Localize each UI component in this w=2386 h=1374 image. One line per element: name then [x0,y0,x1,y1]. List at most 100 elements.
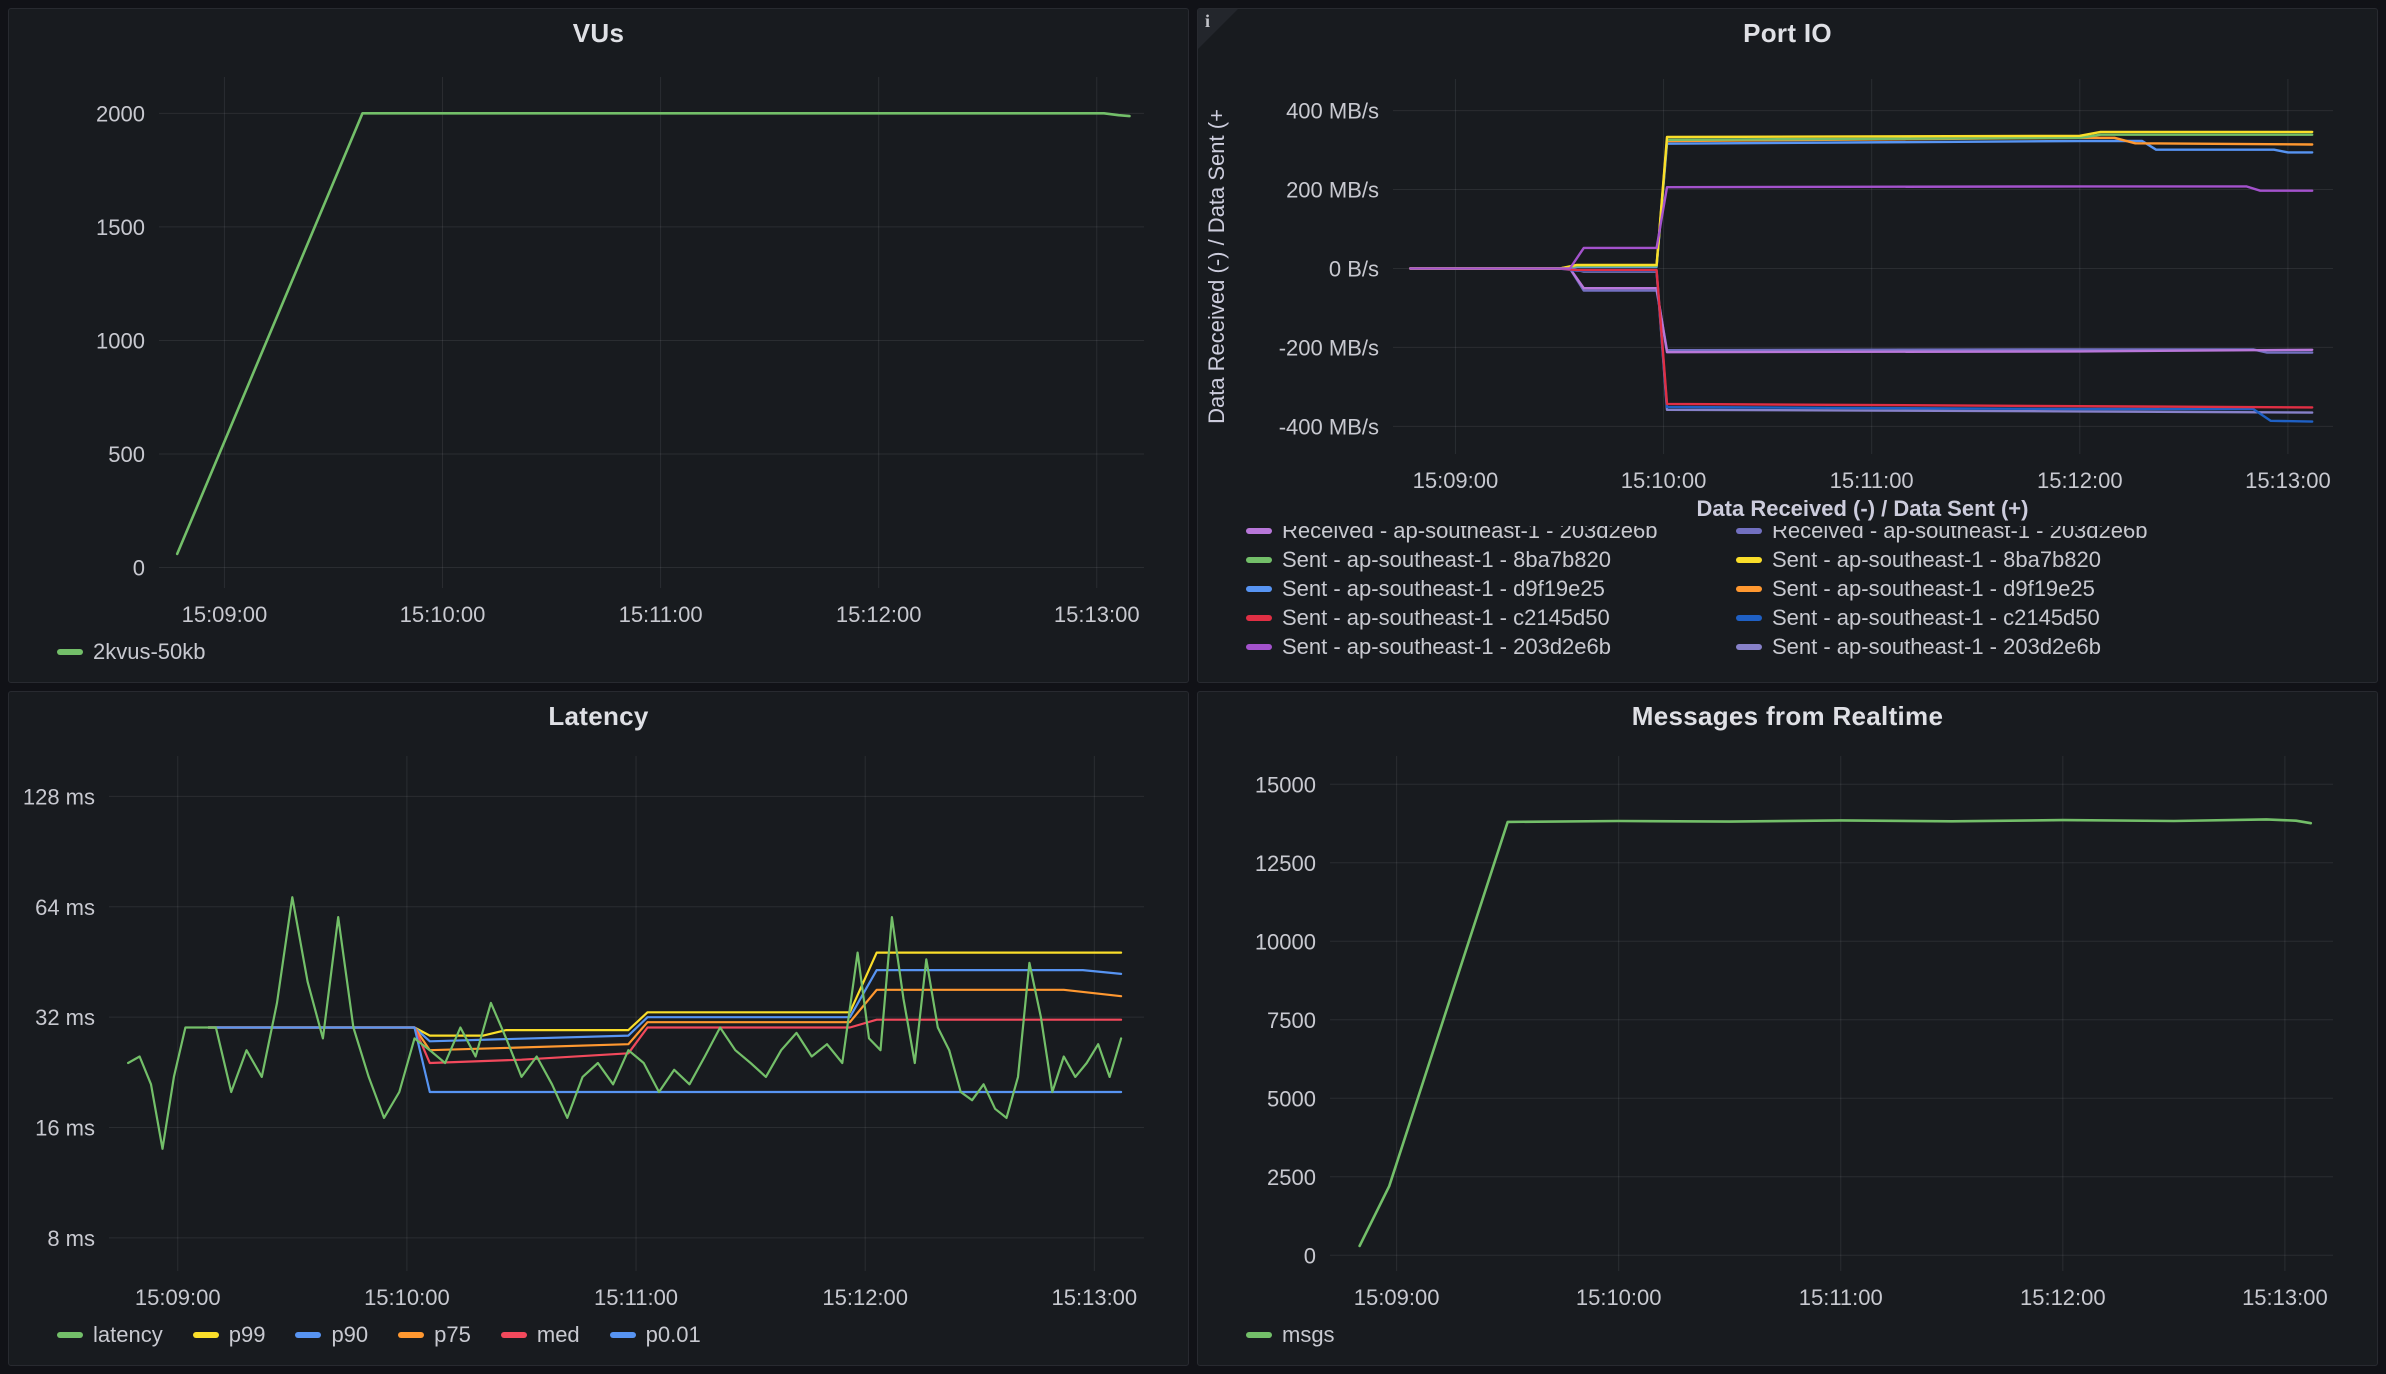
legend-swatch-icon [1246,615,1272,621]
y-tick-label: 7500 [1267,1008,1316,1033]
panel-header[interactable]: Messages from Realtime [1198,692,2377,740]
legend-item[interactable]: 2kvus-50kb [57,639,206,665]
y-tick-label: 200 MB/s [1286,178,1379,203]
y-tick-label: 15000 [1255,772,1316,797]
y-tick-label: 1000 [96,328,145,353]
legend-label: msgs [1282,1322,1335,1348]
x-tick-label: 15:12:00 [2020,1285,2106,1310]
panel-header[interactable]: VUs [9,9,1188,57]
y-tick-label: 500 [108,442,145,467]
vus-legend: 2kvus-50kb [9,634,1188,682]
legend-item[interactable]: latency [57,1322,163,1348]
y-tick-label: 0 [1304,1243,1316,1268]
y-tick-label: -400 MB/s [1279,414,1379,439]
vus-chart[interactable]: 15:09:0015:10:0015:11:0015:12:0015:13:00… [9,57,1188,634]
chart-area[interactable]: 15:09:0015:10:0015:11:0015:12:0015:13:00… [9,57,1188,634]
dashboard: VUs 15:09:0015:10:0015:11:0015:12:0015:1… [0,0,2386,1374]
series-sent-ap-southeast-1-8ba7b820 [1410,132,2312,269]
legend-item[interactable]: Sent - ap-southeast-1 - 8ba7b820 [1736,545,2377,574]
y-tick-label: 0 B/s [1329,256,1379,281]
panel-title[interactable]: Port IO [1743,18,1832,49]
panel-title[interactable]: Latency [548,701,648,732]
legend-item[interactable]: Sent - ap-southeast-1 - d9f19e25 [1246,574,1712,603]
legend-item[interactable]: Received - ap-southeast-1 - 203d2e6b [1246,526,1712,545]
legend-item[interactable]: p0.01 [610,1322,701,1348]
legend-label: p90 [331,1322,368,1348]
y-tick-label: 1500 [96,215,145,240]
legend-label: 2kvus-50kb [93,639,206,665]
series-sent-ap-southeast-1-8ba7b820 [1410,135,2312,269]
y-axis-title: Data Received (-) / Data Sent (+ [1204,109,1229,424]
legend-item[interactable]: Received - ap-southeast-1 - 203d2e6b [1736,526,2377,545]
legend-swatch-icon [501,1332,527,1338]
legend-swatch-icon [57,649,83,655]
y-tick-label: 0 [133,556,145,581]
port-io-chart[interactable]: 15:09:0015:10:0015:11:0015:12:0015:13:00… [1198,57,2377,496]
series-sent-ap-southeast-1-203d2e6b [1410,269,2312,413]
legend-item[interactable]: Sent - ap-southeast-1 - 203d2e6b [1246,632,1712,661]
legend-label: Sent - ap-southeast-1 - 203d2e6b [1772,634,2101,660]
y-tick-label: 8 ms [47,1226,95,1251]
series-msgs [1360,819,2311,1246]
legend-item[interactable]: Sent - ap-southeast-1 - c2145d50 [1736,603,2377,632]
y-tick-label: 10000 [1255,929,1316,954]
legend-item[interactable]: Sent - ap-southeast-1 - c2145d50 [1246,603,1712,632]
y-tick-label: 5000 [1267,1086,1316,1111]
x-tick-label: 15:11:00 [619,602,703,627]
legend-swatch-icon [1736,586,1762,592]
panel-header[interactable]: Latency [9,692,1188,740]
messages-legend: msgs [1198,1317,2377,1365]
legend-label: p99 [229,1322,266,1348]
y-tick-label: 32 ms [35,1005,95,1030]
panel-title[interactable]: VUs [573,18,624,49]
legend-label: Sent - ap-southeast-1 - 203d2e6b [1282,634,1611,660]
legend-swatch-icon [1246,644,1272,650]
legend-label: Received - ap-southeast-1 - 203d2e6b [1772,526,2147,544]
chart-area[interactable]: 15:09:0015:10:0015:11:0015:12:0015:13:00… [1198,57,2377,496]
chart-area[interactable]: 15:09:0015:10:0015:11:0015:12:0015:13:00… [1198,740,2377,1317]
y-tick-label: -200 MB/s [1279,335,1379,360]
latency-legend: latency p99 p90 p75 med p0.01 [9,1317,1188,1365]
y-tick-label: 2500 [1267,1165,1316,1190]
legend-item[interactable]: p99 [193,1322,266,1348]
port-io-legend: Received - ap-southeast-1 - 203d2e6b Rece… [1246,526,2377,661]
x-tick-label: 15:13:00 [2245,468,2331,493]
panel-header[interactable]: Port IO [1198,9,2377,57]
legend-swatch-icon [610,1332,636,1338]
legend-label: Received - ap-southeast-1 - 203d2e6b [1282,526,1657,544]
legend-item[interactable]: Sent - ap-southeast-1 - 203d2e6b [1736,632,2377,661]
legend-swatch-icon [1736,557,1762,563]
panel-info-corner[interactable]: i [1198,9,1238,49]
x-axis-title: Data Received (-) / Data Sent (+) [1198,496,2377,526]
x-tick-label: 15:12:00 [2037,468,2123,493]
legend-swatch-icon [1736,644,1762,650]
legend-item[interactable]: p90 [295,1322,368,1348]
legend-item[interactable]: Sent - ap-southeast-1 - d9f19e25 [1736,574,2377,603]
legend-item[interactable]: med [501,1322,580,1348]
series-received-ap-southeast-1-203d2e6b [1410,269,2312,353]
x-tick-label: 15:13:00 [2242,1285,2328,1310]
legend-swatch-icon [1736,528,1762,534]
port-io-legend-scroll[interactable]: Received - ap-southeast-1 - 203d2e6b Rece… [1198,526,2377,682]
legend-item[interactable]: Sent - ap-southeast-1 - 8ba7b820 [1246,545,1712,574]
x-tick-label: 15:11:00 [1830,468,1914,493]
panel-port-io: i Port IO 15:09:0015:10:0015:11:0015:12:… [1197,8,2378,683]
x-tick-label: 15:11:00 [594,1285,678,1310]
series-sent-ap-southeast-1-d9f19e25 [1410,141,2312,269]
legend-item[interactable]: msgs [1246,1322,1335,1348]
chart-area[interactable]: 15:09:0015:10:0015:11:0015:12:0015:13:00… [9,740,1188,1317]
legend-label: Sent - ap-southeast-1 - d9f19e25 [1772,576,2095,602]
legend-swatch-icon [1246,528,1272,534]
x-tick-label: 15:11:00 [1799,1285,1883,1310]
legend-swatch-icon [57,1332,83,1338]
y-tick-label: 400 MB/s [1286,99,1379,124]
latency-chart[interactable]: 15:09:0015:10:0015:11:0015:12:0015:13:00… [9,740,1188,1317]
series-2kvus-50kb [177,113,1129,554]
messages-chart[interactable]: 15:09:0015:10:0015:11:0015:12:0015:13:00… [1198,740,2377,1317]
legend-label: latency [93,1322,163,1348]
legend-swatch-icon [295,1332,321,1338]
legend-item[interactable]: p75 [398,1322,471,1348]
series-received-ap-southeast-1-203d2e6b [1410,269,2312,353]
panel-title[interactable]: Messages from Realtime [1632,701,1944,732]
panel-latency: Latency 15:09:0015:10:0015:11:0015:12:00… [8,691,1189,1366]
